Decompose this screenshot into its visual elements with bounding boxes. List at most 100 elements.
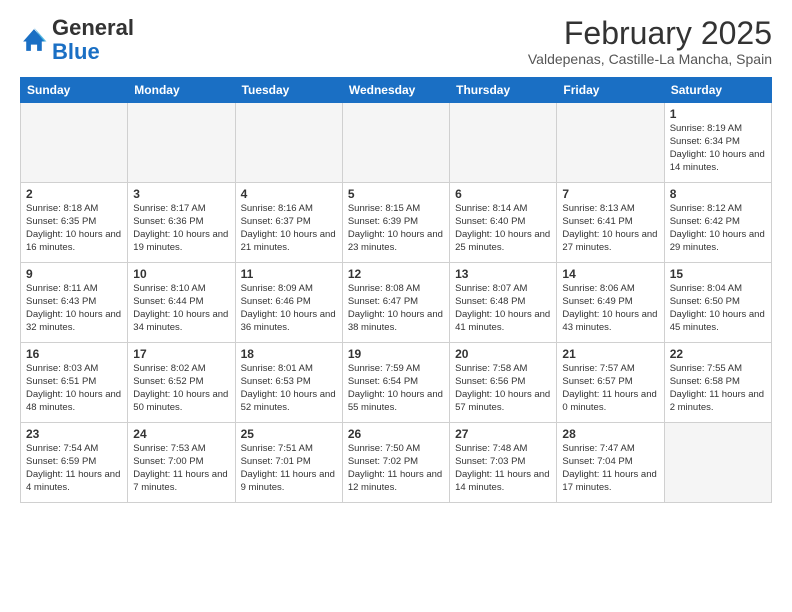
calendar: SundayMondayTuesdayWednesdayThursdayFrid… xyxy=(20,77,772,503)
day-number: 4 xyxy=(241,187,337,201)
day-info: Sunrise: 7:51 AM Sunset: 7:01 PM Dayligh… xyxy=(241,443,337,494)
calendar-cell: 20 Sunrise: 7:58 AM Sunset: 6:56 PM Dayli… xyxy=(450,343,557,423)
day-info: Sunrise: 7:59 AM Sunset: 6:54 PM Dayligh… xyxy=(348,363,444,414)
day-info: Sunrise: 8:12 AM Sunset: 6:42 PM Dayligh… xyxy=(670,203,766,254)
day-info: Sunrise: 8:04 AM Sunset: 6:50 PM Dayligh… xyxy=(670,283,766,334)
calendar-cell: 13 Sunrise: 8:07 AM Sunset: 6:48 PM Dayli… xyxy=(450,263,557,343)
day-info: Sunrise: 7:58 AM Sunset: 6:56 PM Dayligh… xyxy=(455,363,551,414)
calendar-cell xyxy=(342,103,449,183)
day-number: 5 xyxy=(348,187,444,201)
calendar-cell: 18 Sunrise: 8:01 AM Sunset: 6:53 PM Dayli… xyxy=(235,343,342,423)
week-row-1: 2 Sunrise: 8:18 AM Sunset: 6:35 PM Daylig… xyxy=(21,183,772,263)
calendar-cell: 26Sunrise: 7:50 AM Sunset: 7:02 PM Dayli… xyxy=(342,423,449,503)
page: General Blue February 2025 Valdepenas, C… xyxy=(0,0,792,513)
calendar-cell: 1 Sunrise: 8:19 AM Sunset: 6:34 PM Daylig… xyxy=(664,103,771,183)
day-number: 24 xyxy=(133,427,229,441)
weekday-header-sunday: Sunday xyxy=(21,78,128,103)
calendar-cell: 12 Sunrise: 8:08 AM Sunset: 6:47 PM Dayli… xyxy=(342,263,449,343)
day-number: 25 xyxy=(241,427,337,441)
day-number: 17 xyxy=(133,347,229,361)
day-info: Sunrise: 8:11 AM Sunset: 6:43 PM Dayligh… xyxy=(26,283,122,334)
day-info: Sunrise: 8:14 AM Sunset: 6:40 PM Dayligh… xyxy=(455,203,551,254)
calendar-cell: 27 Sunrise: 7:48 AM Sunset: 7:03 PM Dayli… xyxy=(450,423,557,503)
day-number: 8 xyxy=(670,187,766,201)
day-number: 13 xyxy=(455,267,551,281)
day-info: Sunrise: 8:07 AM Sunset: 6:48 PM Dayligh… xyxy=(455,283,551,334)
calendar-cell xyxy=(128,103,235,183)
calendar-cell: 21Sunrise: 7:57 AM Sunset: 6:57 PM Dayli… xyxy=(557,343,664,423)
day-number: 6 xyxy=(455,187,551,201)
calendar-cell xyxy=(235,103,342,183)
weekday-header-saturday: Saturday xyxy=(664,78,771,103)
calendar-cell: 28 Sunrise: 7:47 AM Sunset: 7:04 PM Dayli… xyxy=(557,423,664,503)
weekday-header-tuesday: Tuesday xyxy=(235,78,342,103)
day-info: Sunrise: 8:16 AM Sunset: 6:37 PM Dayligh… xyxy=(241,203,337,254)
day-info: Sunrise: 8:03 AM Sunset: 6:51 PM Dayligh… xyxy=(26,363,122,414)
calendar-cell: 8 Sunrise: 8:12 AM Sunset: 6:42 PM Daylig… xyxy=(664,183,771,263)
weekday-header-wednesday: Wednesday xyxy=(342,78,449,103)
day-number: 10 xyxy=(133,267,229,281)
calendar-cell: 3 Sunrise: 8:17 AM Sunset: 6:36 PM Daylig… xyxy=(128,183,235,263)
calendar-cell xyxy=(557,103,664,183)
calendar-cell: 9 Sunrise: 8:11 AM Sunset: 6:43 PM Daylig… xyxy=(21,263,128,343)
day-number: 22 xyxy=(670,347,766,361)
calendar-cell: 5Sunrise: 8:15 AM Sunset: 6:39 PM Daylig… xyxy=(342,183,449,263)
calendar-cell: 19 Sunrise: 7:59 AM Sunset: 6:54 PM Dayli… xyxy=(342,343,449,423)
calendar-cell: 4 Sunrise: 8:16 AM Sunset: 6:37 PM Daylig… xyxy=(235,183,342,263)
day-number: 12 xyxy=(348,267,444,281)
day-info: Sunrise: 8:02 AM Sunset: 6:52 PM Dayligh… xyxy=(133,363,229,414)
day-number: 3 xyxy=(133,187,229,201)
calendar-cell: 16 Sunrise: 8:03 AM Sunset: 6:51 PM Dayli… xyxy=(21,343,128,423)
day-number: 15 xyxy=(670,267,766,281)
calendar-cell: 14Sunrise: 8:06 AM Sunset: 6:49 PM Dayli… xyxy=(557,263,664,343)
day-info: Sunrise: 8:19 AM Sunset: 6:34 PM Dayligh… xyxy=(670,123,766,174)
header: General Blue February 2025 Valdepenas, C… xyxy=(20,16,772,67)
week-row-4: 23Sunrise: 7:54 AM Sunset: 6:59 PM Dayli… xyxy=(21,423,772,503)
calendar-cell: 25 Sunrise: 7:51 AM Sunset: 7:01 PM Dayli… xyxy=(235,423,342,503)
day-info: Sunrise: 8:06 AM Sunset: 6:49 PM Dayligh… xyxy=(562,283,658,334)
calendar-cell: 24 Sunrise: 7:53 AM Sunset: 7:00 PM Dayli… xyxy=(128,423,235,503)
day-number: 27 xyxy=(455,427,551,441)
day-info: Sunrise: 8:08 AM Sunset: 6:47 PM Dayligh… xyxy=(348,283,444,334)
month-title: February 2025 xyxy=(528,16,772,51)
calendar-cell: 15 Sunrise: 8:04 AM Sunset: 6:50 PM Dayli… xyxy=(664,263,771,343)
day-info: Sunrise: 7:55 AM Sunset: 6:58 PM Dayligh… xyxy=(670,363,766,414)
day-info: Sunrise: 7:47 AM Sunset: 7:04 PM Dayligh… xyxy=(562,443,658,494)
day-info: Sunrise: 8:10 AM Sunset: 6:44 PM Dayligh… xyxy=(133,283,229,334)
day-info: Sunrise: 7:53 AM Sunset: 7:00 PM Dayligh… xyxy=(133,443,229,494)
day-number: 20 xyxy=(455,347,551,361)
day-number: 16 xyxy=(26,347,122,361)
day-info: Sunrise: 7:50 AM Sunset: 7:02 PM Dayligh… xyxy=(348,443,444,494)
calendar-cell xyxy=(664,423,771,503)
day-info: Sunrise: 8:18 AM Sunset: 6:35 PM Dayligh… xyxy=(26,203,122,254)
calendar-cell: 2 Sunrise: 8:18 AM Sunset: 6:35 PM Daylig… xyxy=(21,183,128,263)
day-info: Sunrise: 7:54 AM Sunset: 6:59 PM Dayligh… xyxy=(26,443,122,494)
day-info: Sunrise: 8:17 AM Sunset: 6:36 PM Dayligh… xyxy=(133,203,229,254)
calendar-cell: 10 Sunrise: 8:10 AM Sunset: 6:44 PM Dayli… xyxy=(128,263,235,343)
day-number: 28 xyxy=(562,427,658,441)
calendar-cell xyxy=(450,103,557,183)
day-info: Sunrise: 8:01 AM Sunset: 6:53 PM Dayligh… xyxy=(241,363,337,414)
calendar-cell: 7Sunrise: 8:13 AM Sunset: 6:41 PM Daylig… xyxy=(557,183,664,263)
day-number: 18 xyxy=(241,347,337,361)
day-number: 2 xyxy=(26,187,122,201)
day-info: Sunrise: 7:48 AM Sunset: 7:03 PM Dayligh… xyxy=(455,443,551,494)
calendar-cell: 11 Sunrise: 8:09 AM Sunset: 6:46 PM Dayli… xyxy=(235,263,342,343)
calendar-cell: 23Sunrise: 7:54 AM Sunset: 6:59 PM Dayli… xyxy=(21,423,128,503)
day-number: 19 xyxy=(348,347,444,361)
calendar-cell: 6 Sunrise: 8:14 AM Sunset: 6:40 PM Daylig… xyxy=(450,183,557,263)
week-row-2: 9 Sunrise: 8:11 AM Sunset: 6:43 PM Daylig… xyxy=(21,263,772,343)
day-number: 9 xyxy=(26,267,122,281)
week-row-0: 1 Sunrise: 8:19 AM Sunset: 6:34 PM Daylig… xyxy=(21,103,772,183)
weekday-header-friday: Friday xyxy=(557,78,664,103)
day-number: 11 xyxy=(241,267,337,281)
logo-general-text: General xyxy=(52,15,134,40)
day-number: 1 xyxy=(670,107,766,121)
weekday-header-row: SundayMondayTuesdayWednesdayThursdayFrid… xyxy=(21,78,772,103)
day-info: Sunrise: 8:09 AM Sunset: 6:46 PM Dayligh… xyxy=(241,283,337,334)
calendar-cell xyxy=(21,103,128,183)
weekday-header-monday: Monday xyxy=(128,78,235,103)
title-block: February 2025 Valdepenas, Castille-La Ma… xyxy=(528,16,772,67)
day-info: Sunrise: 7:57 AM Sunset: 6:57 PM Dayligh… xyxy=(562,363,658,414)
day-info: Sunrise: 8:13 AM Sunset: 6:41 PM Dayligh… xyxy=(562,203,658,254)
